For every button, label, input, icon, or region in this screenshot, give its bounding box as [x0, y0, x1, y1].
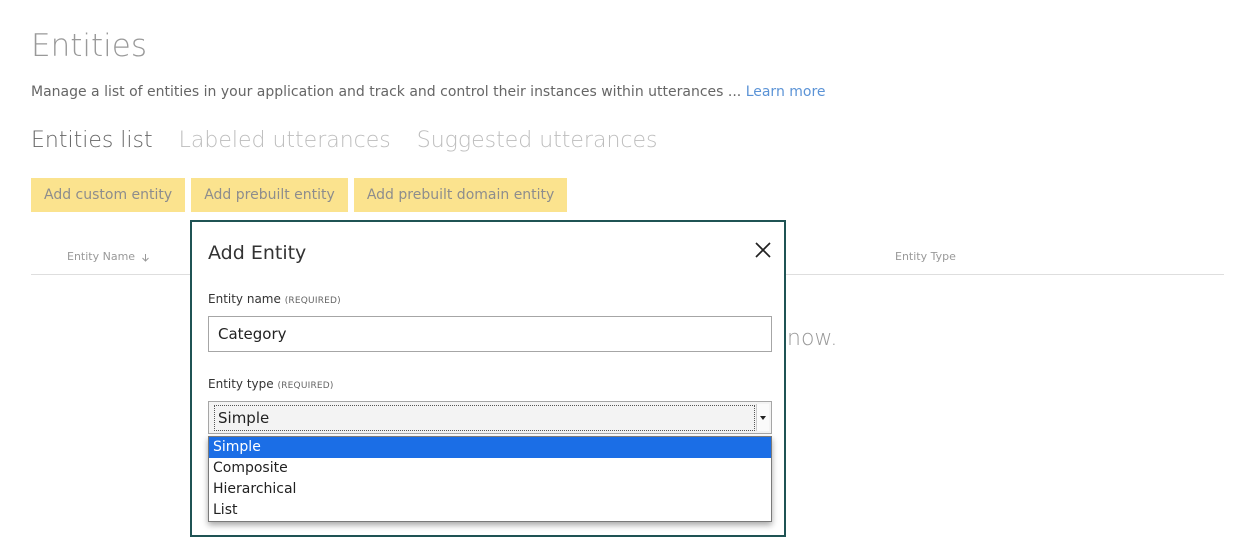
add-entity-dialog: Add Entity Entity name (REQUIRED) Entity… [190, 220, 786, 537]
column-header-entity-name-label: Entity Name [67, 250, 136, 263]
entity-name-required-marker: (REQUIRED) [284, 296, 341, 306]
column-header-entity-type[interactable]: Entity Type [895, 250, 956, 263]
action-bar: Add custom entity Add prebuilt entity Ad… [31, 178, 568, 212]
close-icon[interactable] [752, 239, 774, 261]
dropdown-option-simple[interactable]: Simple [209, 437, 771, 458]
column-header-entity-name[interactable]: Entity Name [67, 250, 150, 263]
page-title: Entities [31, 28, 147, 64]
entity-name-input[interactable] [208, 316, 772, 352]
tab-entities-list[interactable]: Entities list [31, 128, 153, 153]
entity-name-label: Entity name (REQUIRED) [208, 292, 341, 306]
entity-type-select[interactable]: Simple [208, 401, 772, 434]
dropdown-arrow-icon[interactable] [756, 404, 769, 431]
sort-arrow-icon [141, 253, 149, 262]
tab-labeled-utterances[interactable]: Labeled utterances [179, 128, 391, 153]
add-prebuilt-domain-entity-button[interactable]: Add prebuilt domain entity [353, 178, 568, 212]
entity-type-label-text: Entity type [208, 377, 274, 391]
dropdown-option-composite[interactable]: Composite [209, 458, 771, 479]
entity-type-dropdown-list: Simple Composite Hierarchical List [208, 436, 772, 522]
entity-name-label-text: Entity name [208, 292, 281, 306]
entity-type-select-value: Simple [214, 405, 755, 431]
add-prebuilt-entity-button[interactable]: Add prebuilt entity [191, 178, 348, 212]
learn-more-link[interactable]: Learn more [746, 84, 826, 100]
dropdown-option-list[interactable]: List [209, 500, 771, 521]
page-description-text: Manage a list of entities in your applic… [31, 84, 742, 100]
tab-bar: Entities list Labeled utterances Suggest… [31, 128, 658, 153]
entity-type-required-marker: (REQUIRED) [277, 381, 334, 391]
dropdown-option-hierarchical[interactable]: Hierarchical [209, 479, 771, 500]
tab-suggested-utterances[interactable]: Suggested utterances [417, 128, 658, 153]
empty-table-message: now. [787, 326, 838, 351]
entity-type-label: Entity type (REQUIRED) [208, 377, 334, 391]
add-custom-entity-button[interactable]: Add custom entity [31, 178, 186, 212]
page-description: Manage a list of entities in your applic… [31, 84, 826, 100]
dialog-title: Add Entity [208, 242, 307, 264]
